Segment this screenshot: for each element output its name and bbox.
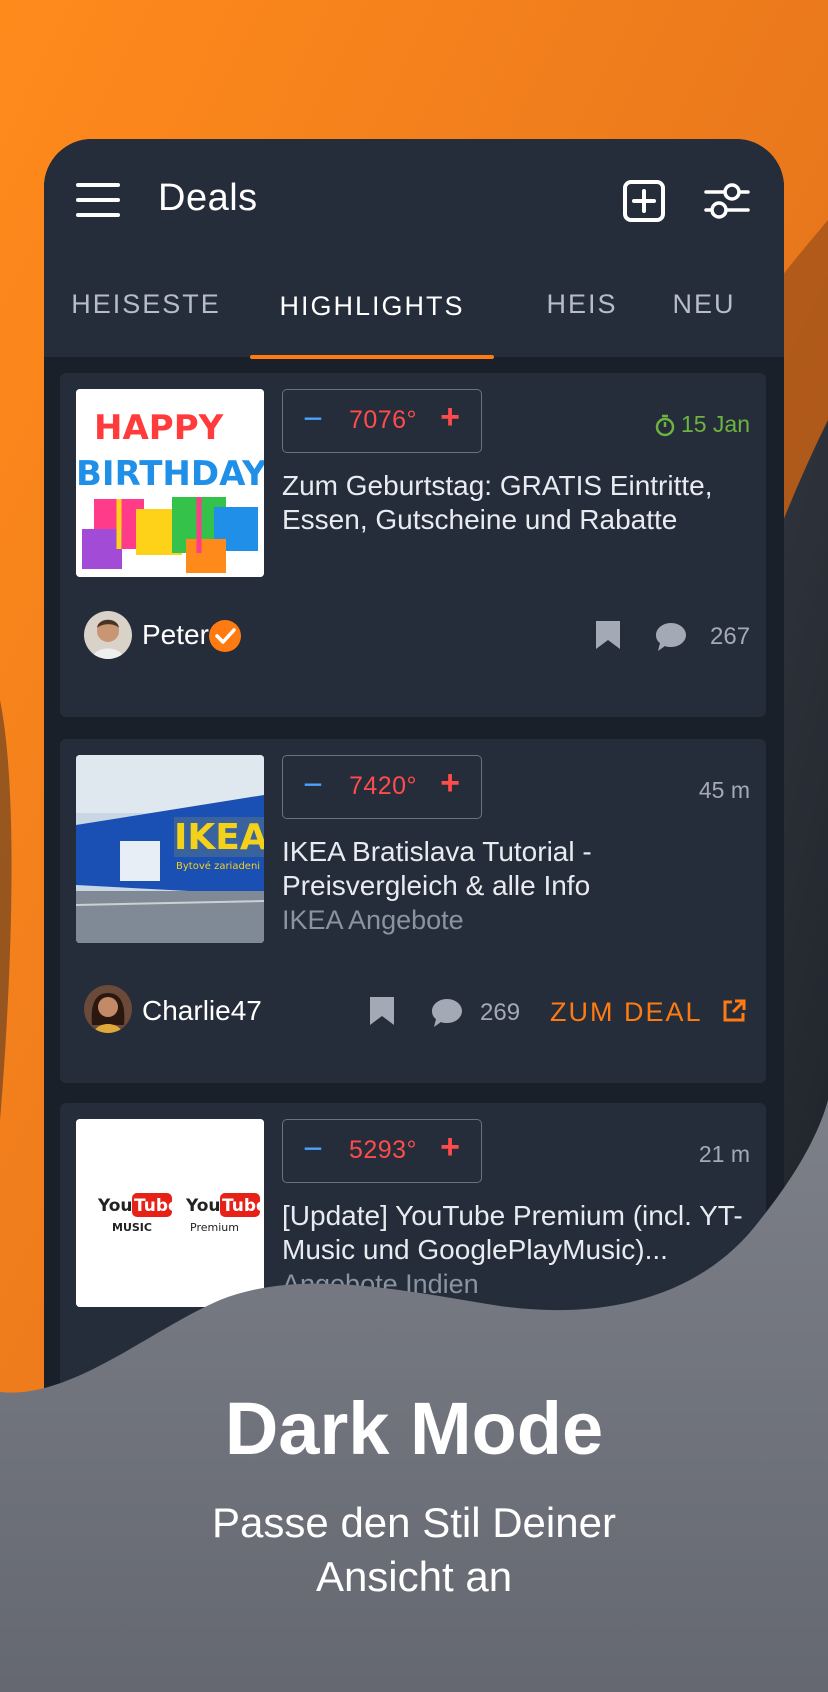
deal-card[interactable]: IKEA Bytové zariadeni − 7420° + 45 m IKE… (60, 739, 766, 1083)
vote-box: − 7076° + (282, 389, 482, 453)
verified-icon (209, 620, 241, 652)
bookmark-icon[interactable] (594, 619, 622, 651)
go-to-deal-label: ZUM DEAL (550, 997, 702, 1027)
app-bar: Deals HEISESTE HIGHLIGHTS HEIS NEU (44, 139, 784, 359)
deal-thumbnail[interactable]: IKEA Bytové zariadeni (76, 755, 264, 943)
yt-tube-text: Tube (134, 1196, 180, 1216)
promo-headline: Dark Mode (224, 1387, 604, 1470)
thumb-text-ikea: IKEA (174, 817, 264, 858)
yt-you-text: You (97, 1196, 133, 1216)
thumb-text-sub: Bytové zariadeni (176, 860, 260, 872)
deal-temperature: 7076° (348, 406, 418, 434)
username[interactable]: Peter (142, 619, 209, 651)
yt-tube-text: Tube (222, 1196, 264, 1216)
deal-time: 15 Jan (653, 411, 750, 438)
comment-count: 269 (480, 999, 521, 1026)
page-title: Deals (158, 177, 258, 219)
yt-premium-text: Premium (190, 1221, 239, 1234)
vote-up-button[interactable]: + (435, 398, 465, 437)
avatar[interactable] (84, 985, 132, 1033)
vote-down-button[interactable]: − (299, 766, 327, 805)
vote-up-button[interactable]: + (435, 764, 465, 803)
comment-icon[interactable] (430, 997, 464, 1029)
deal-thumbnail[interactable]: HAPPY BIRTHDAY (76, 389, 264, 577)
promo-subline: Passe den Stil Deiner Ansicht an (212, 1499, 616, 1600)
thumb-text-happy: HAPPY (94, 408, 224, 448)
add-deal-icon[interactable] (622, 179, 666, 223)
avatar[interactable] (84, 611, 132, 659)
thumb-text-birthday: BIRTHDAY (76, 454, 264, 494)
deal-title[interactable]: Zum Geburtstag: GRATIS Eintritte, Essen,… (282, 469, 752, 537)
vote-down-button[interactable]: − (299, 400, 327, 439)
tab-heis[interactable]: HEIS (534, 289, 630, 357)
menu-icon[interactable] (76, 183, 122, 219)
deal-temperature: 5293° (348, 1136, 418, 1164)
deal-temperature: 7420° (348, 772, 418, 800)
deal-card[interactable]: You Tube MUSIC You Tube Premium − 5293° … (60, 1103, 766, 1539)
deal-title[interactable]: [Update] YouTube Premium (incl. YT-Music… (282, 1199, 752, 1267)
timer-icon (655, 414, 675, 437)
deal-title[interactable]: IKEA Bratislava Tutorial - Preisvergleic… (282, 835, 752, 903)
birthday-image: HAPPY BIRTHDAY (76, 389, 264, 577)
bookmark-icon[interactable] (368, 995, 396, 1027)
comment-icon[interactable] (654, 621, 688, 653)
tab-heiseste[interactable]: HEISESTE (66, 289, 226, 357)
go-to-deal-link[interactable]: ZUM DEAL (550, 997, 747, 1028)
deal-time-label: 15 Jan (680, 411, 750, 437)
filter-icon[interactable] (704, 179, 750, 223)
tab-indicator (250, 355, 494, 359)
deal-time: 45 m (698, 777, 750, 803)
yt-you-text: You (185, 1196, 221, 1216)
vote-up-button[interactable]: + (435, 1128, 465, 1167)
comment-count: 267 (710, 623, 751, 650)
external-link-icon (723, 999, 746, 1022)
vote-box: − 7420° + (282, 755, 482, 819)
tab-neu[interactable]: NEU (664, 289, 744, 357)
tab-highlights[interactable]: HIGHLIGHTS (250, 291, 494, 359)
deal-card[interactable]: HAPPY BIRTHDAY − 7076° + 15 Jan Zum Gebu… (60, 373, 766, 717)
ikea-image: IKEA Bytové zariadeni (76, 755, 264, 943)
vote-box: − 5293° + (282, 1119, 482, 1183)
username[interactable]: Charlie47 (142, 995, 262, 1027)
merchant-name[interactable]: Angebote Indien (282, 1269, 479, 1300)
phone-screen: Deals HEISESTE HIGHLIGHTS HEIS NEU HAPPY… (44, 139, 784, 1539)
merchant-name[interactable]: IKEA Angebote (282, 905, 464, 936)
youtube-image: You Tube MUSIC You Tube Premium (76, 1119, 264, 1307)
vote-down-button[interactable]: − (299, 1130, 327, 1169)
yt-music-text: MUSIC (112, 1221, 152, 1234)
deal-thumbnail[interactable]: You Tube MUSIC You Tube Premium (76, 1119, 264, 1307)
deal-time: 21 m (698, 1141, 750, 1167)
